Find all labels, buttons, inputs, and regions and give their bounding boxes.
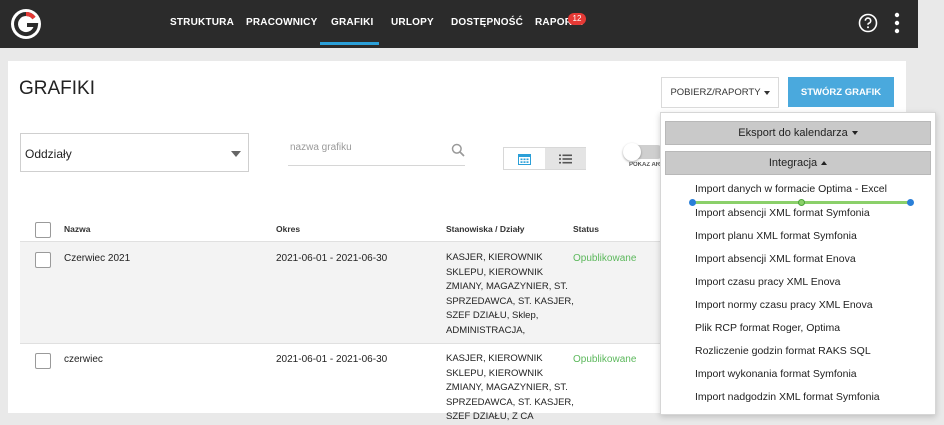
slider-handle-right[interactable] bbox=[907, 199, 914, 206]
row-positions: KASJER, KIEROWNIK SKLEPU, KIEROWNIK ZMIA… bbox=[446, 251, 581, 338]
position-line: KASJER, KIEROWNIK bbox=[446, 353, 543, 364]
select-all-checkbox[interactable] bbox=[35, 222, 51, 238]
caret-down-icon bbox=[851, 131, 858, 135]
position-line: ZMIANY, MAGAZYNIER, ST. bbox=[446, 281, 568, 292]
archive-toggle-label: POKAŻ ARCHIWALNE bbox=[629, 162, 660, 168]
caret-down-icon bbox=[231, 151, 241, 157]
position-line: SKLEPU, KIEROWNIK bbox=[446, 367, 544, 379]
caret-down-icon bbox=[763, 90, 770, 95]
export-calendar-header[interactable]: Eksport do kalendarza bbox=[665, 121, 931, 145]
integration-label: Integracja bbox=[768, 157, 818, 169]
reports-button-label: POBIERZ/RAPORTY bbox=[670, 87, 761, 98]
menu-item-import-overtime-symfonia[interactable]: Import nadgodzin XML format Symfonia bbox=[695, 391, 880, 403]
menu-item-import-worktime-enova[interactable]: Import czasu pracy XML Enova bbox=[695, 276, 841, 288]
position-line: ADMINISTRACJA, bbox=[446, 324, 526, 336]
search-field bbox=[288, 139, 465, 166]
position-line: KASJER, KIEROWNIK bbox=[446, 252, 543, 263]
position-line: ZMIANY, MAGAZYNIER, ST. bbox=[446, 382, 568, 393]
row-name[interactable]: czerwiec bbox=[64, 354, 103, 365]
row-positions: KASJER, KIEROWNIK SKLEPU, KIEROWNIK ZMIA… bbox=[446, 352, 581, 425]
menu-item-import-optima-excel[interactable]: Import danych w formacie Optima - Excel bbox=[695, 183, 887, 195]
column-header-status[interactable]: Status bbox=[573, 224, 599, 234]
position-line: SPRZEDAWCA, ST. KASJER, bbox=[446, 295, 574, 307]
export-calendar-label: Eksport do kalendarza bbox=[738, 127, 848, 139]
list-icon bbox=[559, 154, 572, 163]
position-line: SPRZEDAWCA, ST. KASJER, bbox=[446, 396, 574, 408]
menu-item-hours-raks-sql[interactable]: Rozliczenie godzin format RAKS SQL bbox=[695, 345, 871, 357]
position-line: SKLEPU, KIEROWNIK bbox=[446, 266, 544, 278]
search-icon[interactable] bbox=[451, 143, 465, 157]
archive-toggle-knob[interactable] bbox=[623, 143, 641, 161]
row-checkbox[interactable] bbox=[35, 252, 51, 268]
view-toggle bbox=[503, 147, 586, 170]
help-icon[interactable] bbox=[858, 13, 878, 33]
menu-item-import-execution-symfonia[interactable]: Import wykonania format Symfonia bbox=[695, 368, 857, 380]
menu-item-import-absence-enova[interactable]: Import absencji XML format Enova bbox=[695, 253, 856, 265]
menu-item-import-absence-symfonia[interactable]: Import absencji XML format Symfonia bbox=[695, 207, 870, 219]
active-tab-indicator bbox=[320, 42, 379, 45]
status-badge: Opublikowane bbox=[573, 354, 637, 365]
logo[interactable] bbox=[10, 8, 42, 40]
kebab-menu-icon[interactable] bbox=[893, 12, 901, 34]
row-checkbox[interactable] bbox=[35, 353, 51, 369]
calendar-view-button[interactable] bbox=[504, 148, 545, 169]
column-header-period[interactable]: Okres bbox=[276, 224, 300, 234]
nav-urlopy[interactable]: URLOPY bbox=[391, 17, 434, 28]
search-input[interactable] bbox=[288, 141, 442, 154]
nav-pracownicy[interactable]: PRACOWNICY bbox=[246, 17, 317, 28]
slider-handle-left[interactable] bbox=[689, 199, 696, 206]
column-header-positions[interactable]: Stanowiska / Działy bbox=[446, 224, 524, 234]
position-line: SZEF DZIAŁU, Z CA bbox=[446, 411, 534, 422]
position-line: SZEF DZIAŁU, Sklep, bbox=[446, 310, 539, 321]
integration-header[interactable]: Integracja bbox=[665, 151, 931, 175]
reports-dropdown-menu: Eksport do kalendarza Integracja Import … bbox=[660, 112, 936, 415]
menu-item-import-plan-symfonia[interactable]: Import planu XML format Symfonia bbox=[695, 230, 857, 242]
reports-badge: 12 bbox=[568, 13, 586, 25]
nav-grafiki[interactable]: GRAFIKI bbox=[331, 17, 374, 28]
menu-item-rcp-roger-optima[interactable]: Plik RCP format Roger, Optima bbox=[695, 322, 840, 334]
nav-dostepnosc[interactable]: DOSTĘPNOŚĆ bbox=[451, 17, 523, 28]
slider-handle-middle[interactable] bbox=[798, 199, 805, 206]
list-view-button[interactable] bbox=[545, 148, 586, 169]
calendar-icon bbox=[518, 153, 531, 165]
menu-item-import-worktime-norm-enova[interactable]: Import normy czasu pracy XML Enova bbox=[695, 299, 873, 311]
column-header-name[interactable]: Nazwa bbox=[64, 224, 90, 234]
row-name[interactable]: Czerwiec 2021 bbox=[64, 253, 130, 264]
department-select-value: Oddziały bbox=[25, 147, 72, 161]
top-navbar: STRUKTURA PRACOWNICY GRAFIKI URLOPY DOST… bbox=[0, 0, 918, 48]
page-title: GRAFIKI bbox=[19, 78, 96, 99]
row-period: 2021-06-01 - 2021-06-30 bbox=[276, 354, 388, 365]
status-badge: Opublikowane bbox=[573, 253, 637, 264]
nav-struktura[interactable]: STRUKTURA bbox=[170, 17, 234, 28]
caret-up-icon bbox=[821, 161, 828, 165]
row-period: 2021-06-01 - 2021-06-30 bbox=[276, 253, 388, 264]
create-schedule-button[interactable]: STWÓRZ GRAFIK bbox=[788, 77, 894, 107]
reports-dropdown-button[interactable]: POBIERZ/RAPORTY bbox=[661, 77, 779, 108]
department-select[interactable]: Oddziały bbox=[20, 133, 249, 172]
